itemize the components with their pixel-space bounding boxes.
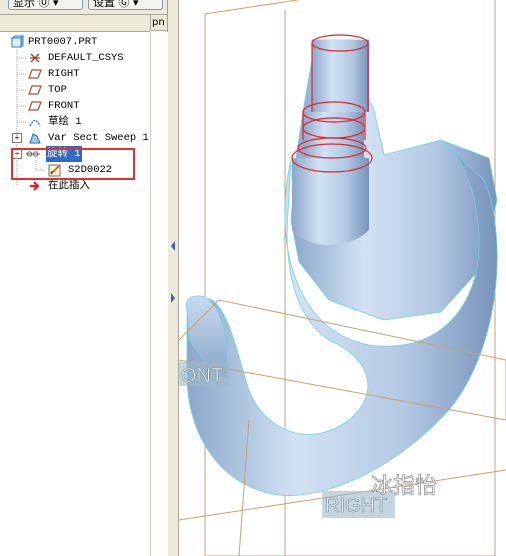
model-tree: PRT0007.PRT DEFAULT_CSYS RIGHT TOP FRONT… bbox=[0, 32, 150, 556]
panel-splitter[interactable] bbox=[168, 0, 179, 556]
expand-right-arrow-icon[interactable] bbox=[169, 292, 177, 304]
hook-body bbox=[185, 39, 498, 496]
tree-column-header[interactable] bbox=[0, 15, 150, 32]
tree-toolbar: 显示 Ⓤ ▾ 设置 Ⓖ ▾ bbox=[0, 0, 167, 15]
show-menu-button[interactable]: 显示 Ⓤ ▾ bbox=[8, 0, 83, 10]
graphics-viewport[interactable]: ONT RIGHT 冰指怡 bbox=[179, 0, 506, 556]
model-tree-panel: 显示 Ⓤ ▾ 设置 Ⓖ ▾ pn PRT0007.PRT DEFAULT_CSY… bbox=[0, 0, 168, 556]
settings-menu-button[interactable]: 设置 Ⓖ ▾ bbox=[88, 0, 163, 10]
tree-vertical-scrollbar[interactable] bbox=[150, 32, 168, 556]
datum-front-label: ONT bbox=[181, 365, 223, 387]
hook-model-render: ONT RIGHT 冰指怡 bbox=[179, 0, 506, 556]
tree-column-header-right[interactable]: pn bbox=[150, 15, 167, 31]
tree-connector-lines bbox=[16, 50, 46, 186]
collapse-left-arrow-icon[interactable] bbox=[169, 240, 177, 252]
highlight-annotation-box bbox=[11, 148, 135, 180]
watermark-text: 冰指怡 bbox=[371, 474, 437, 499]
